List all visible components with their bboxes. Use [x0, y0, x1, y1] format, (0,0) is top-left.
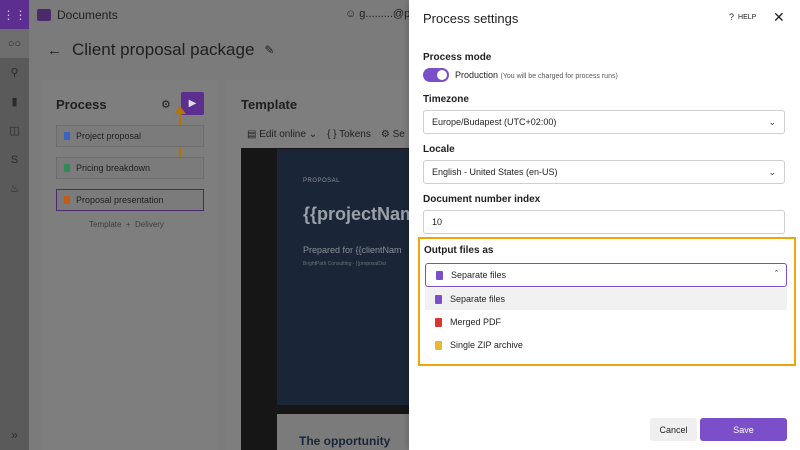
doc-index-input[interactable]: 10 [423, 210, 785, 234]
slide-preview: PROPOSAL {{projectNam Prepared for {{cli… [277, 149, 417, 405]
left-rail: ⋮⋮ ○○ ⚲ ▮ ◫ S ♨ » [0, 0, 29, 450]
timezone-value: Europe/Budapest (UTC+02:00) [432, 117, 557, 127]
process-step-project-proposal[interactable]: Project proposal [56, 125, 204, 147]
step-label: Project proposal [76, 131, 142, 141]
process-settings-panel: Process settings ? HELP ✕ Process mode P… [409, 0, 800, 450]
chevron-down-icon: ⌄ [768, 117, 776, 127]
doc-index-label: Document number index [423, 194, 541, 205]
help-label: HELP [738, 13, 757, 21]
option-separate-files[interactable]: Separate files [425, 288, 787, 310]
option-zip-archive[interactable]: Single ZIP archive [425, 334, 787, 356]
slide-prepared-for: Prepared for {{clientNam [303, 245, 402, 255]
option-label: Merged PDF [450, 317, 502, 327]
option-label: Separate files [450, 294, 506, 304]
slide-tag: PROPOSAL [303, 178, 341, 184]
locale-value: English - United States (en-US) [432, 167, 558, 177]
billing-icon[interactable]: S [0, 145, 29, 174]
process-card: Process ⚙ ▶ Project proposal Pricing bre… [43, 80, 219, 450]
production-toggle[interactable] [423, 68, 449, 82]
key-icon[interactable]: ⚲ [0, 58, 29, 87]
save-button[interactable]: Save [700, 418, 787, 441]
slide-preview-2: The opportunity [277, 414, 417, 450]
timezone-label: Timezone [423, 94, 469, 105]
play-icon: ▶ [188, 98, 197, 109]
production-note: (You will be charged for process runs) [500, 73, 618, 80]
process-step-pricing-breakdown[interactable]: Pricing breakdown [56, 157, 204, 179]
edit-online-label: Edit online [259, 129, 306, 140]
title-bar: ← Client proposal package ✎ [47, 40, 274, 60]
trash-icon[interactable]: ◫ [0, 116, 29, 145]
template-delivery-link[interactable]: Template + Delivery [89, 220, 164, 229]
process-step-proposal-presentation[interactable]: Proposal presentation [56, 189, 204, 211]
slides-icon [64, 196, 70, 204]
chevron-up-icon: ˆ [775, 269, 778, 279]
pdf-icon [435, 317, 442, 327]
sheet-icon [64, 164, 70, 172]
output-files-label: Output files as [424, 245, 494, 256]
settings-label: Se [392, 129, 405, 140]
output-files-select[interactable]: Separate files ˆ [425, 263, 787, 287]
cancel-button[interactable]: Cancel [650, 418, 697, 441]
help-icon: ? [729, 12, 735, 22]
production-label: Production [455, 70, 499, 80]
back-arrow-icon[interactable]: ← [47, 42, 62, 59]
output-files-section: Output files as Separate files ˆ Separat… [418, 237, 796, 366]
process-title: Process [56, 97, 107, 112]
panel-title: Process settings [423, 11, 519, 26]
help-button[interactable]: ? HELP [729, 12, 756, 22]
option-label: Single ZIP archive [450, 340, 523, 350]
template-card: Template ▤ Edit online ⌄ { } Tokens ⚙ Se… [227, 80, 417, 450]
edit-online-button[interactable]: ▤ Edit online ⌄ [247, 129, 317, 140]
template-preview: PROPOSAL {{projectNam Prepared for {{cli… [241, 148, 417, 450]
tokens-label: Tokens [339, 129, 371, 140]
page-title: Client proposal package [72, 40, 255, 59]
template-title: Template [241, 97, 298, 112]
expand-icon[interactable]: » [0, 428, 29, 442]
delivery-label: Delivery [135, 220, 164, 229]
step-label: Pricing breakdown [76, 163, 151, 173]
option-merged-pdf[interactable]: Merged PDF [425, 311, 787, 333]
bell-icon[interactable]: ♨ [0, 174, 29, 203]
slide-heading: The opportunity [299, 434, 391, 448]
file-icon [436, 270, 443, 280]
template-label: Template [89, 220, 122, 229]
slide-subline: BrightPath Consulting · {{proposalDat [303, 261, 387, 267]
settings-button[interactable]: ⚙ Se [381, 129, 405, 140]
user-account[interactable]: ☺ g.........@plu [345, 8, 419, 20]
template-toolbar: ▤ Edit online ⌄ { } Tokens ⚙ Se [247, 129, 405, 140]
file-icon [435, 294, 442, 304]
word-doc-icon [64, 132, 70, 140]
tokens-button[interactable]: { } Tokens [327, 129, 371, 140]
close-icon[interactable]: ✕ [773, 9, 785, 26]
locale-select[interactable]: English - United States (en-US) ⌄ [423, 160, 785, 184]
gear-icon[interactable]: ⚙ [161, 98, 171, 111]
production-text: Production (You will be charged for proc… [455, 70, 618, 80]
output-selected-value: Separate files [451, 270, 507, 280]
documents-logo-icon [37, 8, 51, 21]
process-nav-icon[interactable]: ○○ [0, 29, 29, 58]
process-mode-label: Process mode [423, 52, 492, 63]
slide-headline: {{projectNam [303, 204, 417, 224]
chevron-down-icon: ⌄ [768, 167, 776, 177]
pencil-icon[interactable]: ✎ [264, 43, 274, 57]
step-label: Proposal presentation [76, 195, 164, 205]
doc-index-value: 10 [432, 217, 443, 227]
locale-label: Locale [423, 144, 455, 155]
apps-grid-icon[interactable]: ⋮⋮ [0, 0, 29, 29]
timezone-select[interactable]: Europe/Budapest (UTC+02:00) ⌄ [423, 110, 785, 134]
app-name: Documents [57, 7, 118, 22]
chart-icon[interactable]: ▮ [0, 87, 29, 116]
zip-icon [435, 340, 442, 350]
